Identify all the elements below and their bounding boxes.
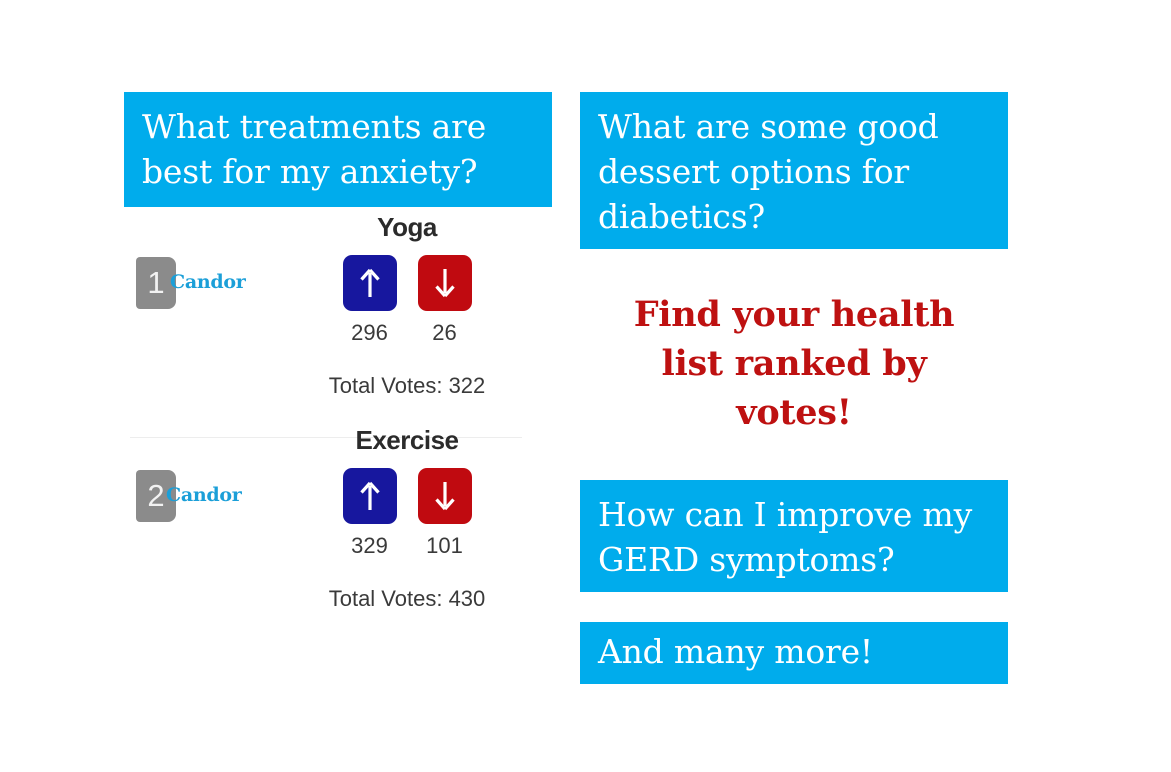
treatment-title: Yoga [377,212,437,242]
arrow-up-icon [359,268,380,298]
item-body: Yoga 296 26 Total Votes: 322 [290,212,524,399]
question-banner-dessert[interactable]: What are some good dessert options for d… [580,92,1008,249]
ranked-treatment-list: 1 Candor Yoga 296 26 Total Votes: 322 2 … [124,212,524,638]
downvote-button[interactable] [417,468,472,524]
list-item[interactable]: 2 Candor Exercise 329 101 Total Votes: 4… [124,425,524,638]
upvote-count: 329 [351,533,388,558]
vote-button-group [290,468,524,524]
arrow-up-icon [359,481,380,511]
treatment-title: Exercise [355,425,459,455]
candor-logo: Candor [170,271,246,293]
promo-canvas: What treatments are best for my anxiety?… [0,0,1171,772]
upvote-button[interactable] [342,468,397,524]
cta-line-1: Find your health [633,294,955,335]
cta-line-2: list ranked by [661,343,927,384]
question-banner-gerd[interactable]: How can I improve my GERD symptoms? [580,480,1008,592]
total-votes-label: Total Votes: 322 [328,373,486,398]
cta-line-3: votes! [736,392,852,433]
upvote-button[interactable] [342,255,397,311]
upvote-count: 296 [351,320,388,345]
downvote-count: 101 [426,533,463,558]
total-votes-label: Total Votes: 430 [328,586,486,611]
item-body: Exercise 329 101 Total Votes: 430 [290,425,524,612]
question-banner-anxiety[interactable]: What treatments are best for my anxiety? [124,92,552,207]
rank-badge-group: 1 Candor [136,257,286,315]
vote-button-group [290,255,524,311]
downvote-count: 26 [432,320,457,345]
rank-badge-group: 2 Candor [136,470,286,528]
arrow-down-icon [434,481,455,511]
downvote-button[interactable] [417,255,472,311]
vote-count-group: 296 26 [290,320,524,346]
vote-count-group: 329 101 [290,533,524,559]
list-item[interactable]: 1 Candor Yoga 296 26 Total Votes: 322 [124,212,524,438]
call-to-action: Find your health list ranked by votes! [580,290,1008,437]
candor-logo: Candor [166,484,242,506]
question-banner-more[interactable]: And many more! [580,622,1008,684]
arrow-down-icon [434,268,455,298]
